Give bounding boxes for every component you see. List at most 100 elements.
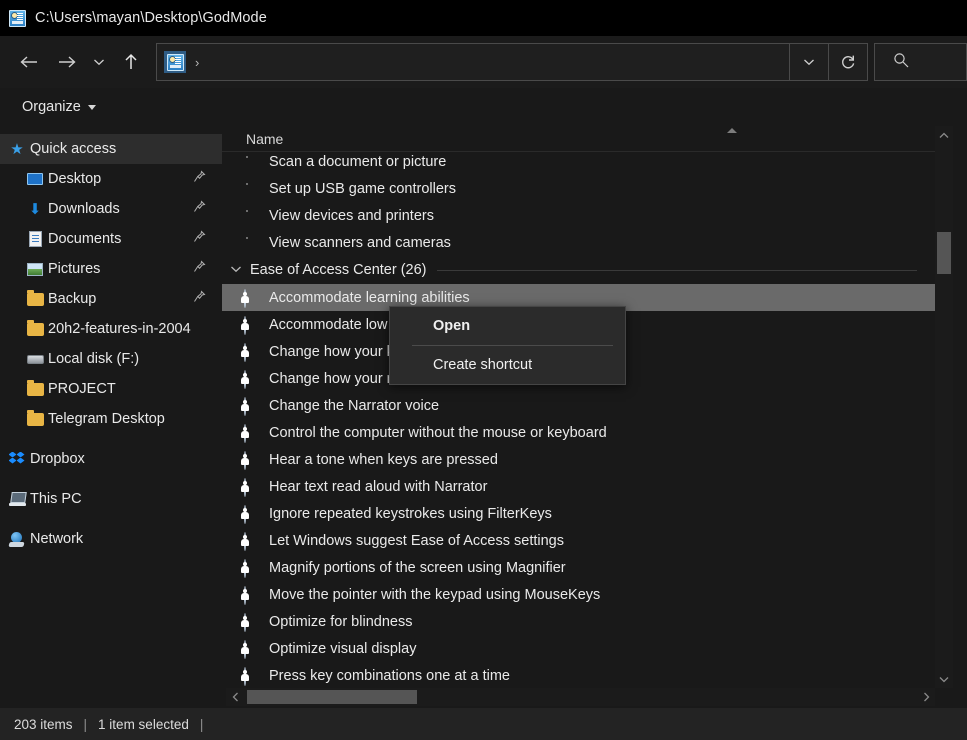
navigation-pane[interactable]: ★ Quick access Desktop ⬇ Downloads Docum… [0, 126, 222, 703]
list-item[interactable]: Magnify portions of the screen using Mag… [222, 554, 935, 581]
horizontal-scrollbar-thumb[interactable] [247, 690, 417, 704]
back-button[interactable] [10, 45, 48, 79]
status-item-count: 203 items [14, 716, 73, 732]
list-item[interactable]: Hear text read aloud with Narrator [222, 473, 935, 500]
vertical-scrollbar[interactable] [935, 126, 953, 688]
list-item[interactable]: Control the computer without the mouse o… [222, 419, 935, 446]
scroll-left-icon[interactable] [226, 688, 244, 706]
pin-icon[interactable] [193, 170, 206, 188]
list-item[interactable]: Press key combinations one at a time [222, 662, 935, 689]
folder-icon [26, 319, 44, 338]
sidebar-item-downloads[interactable]: ⬇ Downloads [0, 194, 222, 224]
breadcrumb-chevron-icon[interactable]: › [195, 55, 199, 70]
list-item-label: View devices and printers [269, 207, 434, 224]
context-menu-item-create-shortcut[interactable]: Create shortcut [390, 346, 625, 384]
sidebar-item-20h2-features[interactable]: 20h2-features-in-2004 [0, 314, 222, 344]
file-explorer-window: C:\Users\mayan\Desktop\GodMode › Organiz… [0, 0, 967, 740]
ease-of-access-icon [244, 504, 260, 524]
sidebar-item-this-pc[interactable]: This PC [0, 484, 222, 514]
title-bar: C:\Users\mayan\Desktop\GodMode [0, 0, 967, 36]
sidebar-item-project[interactable]: PROJECT [0, 374, 222, 404]
list-item-label: Let Windows suggest Ease of Access setti… [269, 532, 564, 549]
sidebar-item-local-disk[interactable]: Local disk (F:) [0, 344, 222, 374]
control-panel-icon [244, 181, 260, 197]
column-header-name[interactable]: Name [246, 131, 283, 147]
list-item[interactable]: Move the pointer with the keypad using M… [222, 581, 935, 608]
group-header-ease-of-access[interactable]: Ease of Access Center (26) [222, 256, 935, 284]
sidebar-item-label: Local disk (F:) [48, 351, 140, 367]
file-list-pane[interactable]: Name Scan a document or picture Set up U… [222, 126, 935, 703]
context-menu[interactable]: Open Create shortcut [389, 306, 626, 385]
sidebar-item-network[interactable]: Network [0, 524, 222, 554]
dropbox-icon [8, 450, 26, 468]
list-item-label: Magnify portions of the screen using Mag… [269, 559, 566, 576]
sidebar-item-documents[interactable]: Documents [0, 224, 222, 254]
sidebar-item-label: Backup [48, 291, 97, 307]
ease-of-access-icon [244, 396, 260, 416]
sidebar-item-desktop[interactable]: Desktop [0, 164, 222, 194]
ease-of-access-icon [244, 558, 260, 578]
list-item[interactable]: Change the Narrator voice [222, 392, 935, 419]
horizontal-scrollbar[interactable] [226, 688, 935, 706]
pin-icon[interactable] [193, 200, 206, 218]
list-item[interactable]: Optimize visual display [222, 635, 935, 662]
ease-of-access-icon [244, 423, 260, 443]
up-button[interactable] [112, 45, 150, 79]
address-dropdown-button[interactable] [790, 44, 828, 80]
address-bar[interactable]: › [156, 43, 868, 81]
list-item-label: Hear a tone when keys are pressed [269, 451, 498, 468]
document-icon [26, 230, 44, 248]
network-icon [8, 530, 26, 548]
list-item[interactable]: Set up USB game controllers [222, 175, 935, 202]
list-item[interactable]: View devices and printers [222, 202, 935, 229]
star-icon: ★ [10, 140, 24, 158]
ease-of-access-icon [244, 639, 260, 659]
chevron-down-icon[interactable] [230, 265, 242, 276]
sidebar-item-label: Quick access [30, 141, 117, 157]
context-menu-item-open[interactable]: Open [390, 307, 625, 345]
list-item-label: Hear text read aloud with Narrator [269, 478, 488, 495]
list-item-label: Optimize for blindness [269, 613, 413, 630]
file-items-container: Scan a document or picture Set up USB ga… [222, 148, 935, 689]
vertical-scrollbar-thumb[interactable] [937, 232, 951, 274]
search-icon [893, 52, 909, 73]
list-item[interactable]: View scanners and cameras [222, 229, 935, 256]
refresh-button[interactable] [829, 44, 867, 80]
pin-icon[interactable] [193, 290, 206, 308]
scroll-down-icon[interactable] [935, 670, 953, 688]
list-item[interactable]: Ignore repeated keystrokes using FilterK… [222, 500, 935, 527]
sidebar-item-quick-access[interactable]: ★ Quick access [0, 134, 222, 164]
list-item[interactable]: Hear a tone when keys are pressed [222, 446, 935, 473]
organize-button[interactable]: Organize [22, 99, 96, 115]
disk-icon [26, 350, 44, 368]
sidebar-item-telegram-desktop[interactable]: Telegram Desktop [0, 404, 222, 434]
ease-of-access-icon [244, 450, 260, 470]
organize-label: Organize [22, 99, 81, 115]
list-item-label: Change the Narrator voice [269, 397, 440, 414]
list-item[interactable]: Let Windows suggest Ease of Access setti… [222, 527, 935, 554]
sidebar-item-label: Pictures [48, 261, 101, 277]
pin-icon[interactable] [193, 260, 206, 278]
scroll-right-icon[interactable] [917, 688, 935, 706]
sidebar-item-pictures[interactable]: Pictures [0, 254, 222, 284]
ease-of-access-icon [244, 342, 260, 362]
group-divider [436, 269, 917, 271]
list-item[interactable]: Optimize for blindness [222, 608, 935, 635]
status-bar: 203 items | 1 item selected | [0, 708, 967, 740]
chevron-down-icon [87, 104, 96, 110]
pictures-icon [26, 260, 44, 278]
list-item-label: Control the computer without the mouse o… [269, 424, 607, 441]
pin-icon[interactable] [193, 230, 206, 248]
search-input[interactable] [874, 43, 967, 81]
scroll-up-icon[interactable] [935, 126, 953, 144]
sidebar-item-label: This PC [30, 491, 82, 507]
sidebar-item-dropbox[interactable]: Dropbox [0, 444, 222, 474]
recent-locations-button[interactable] [86, 45, 112, 79]
list-item[interactable]: Scan a document or picture [222, 148, 935, 175]
download-icon: ⬇ [28, 200, 42, 218]
window-title: C:\Users\mayan\Desktop\GodMode [35, 10, 267, 26]
ease-of-access-icon [244, 585, 260, 605]
forward-button[interactable] [48, 45, 86, 79]
sidebar-item-backup[interactable]: Backup [0, 284, 222, 314]
ease-of-access-icon [244, 666, 260, 686]
